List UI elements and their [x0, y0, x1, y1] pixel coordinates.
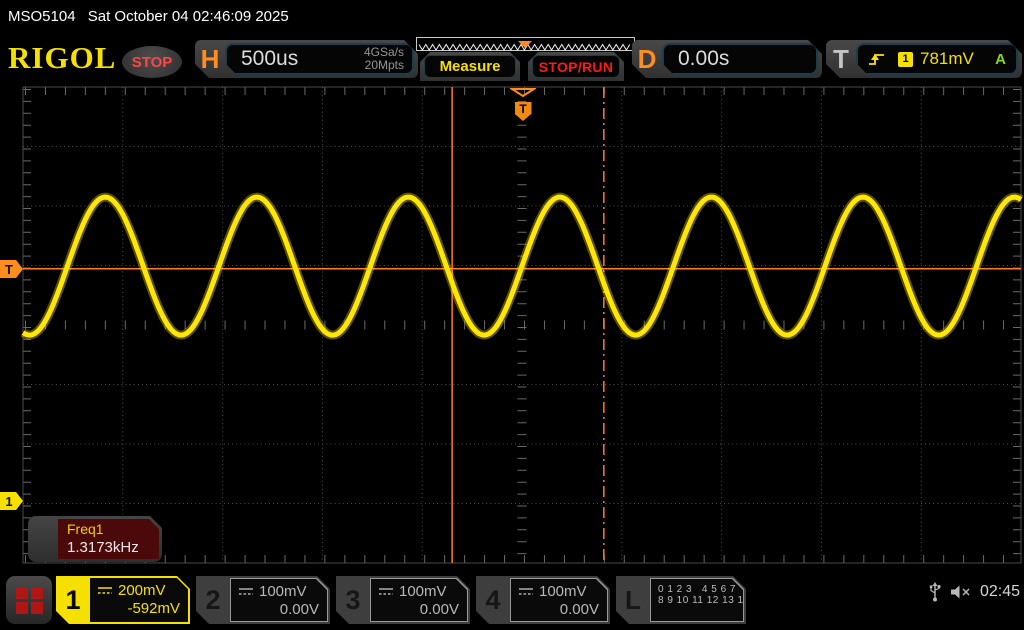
logic-channels-row2: 8 9 10 11 12 13 14 15 — [651, 595, 743, 606]
channel-block-4[interactable]: 4 100mV 0.00V — [476, 576, 610, 624]
menu-grid-icon — [16, 587, 43, 614]
dc-coupling-icon — [518, 587, 534, 597]
trigger-display: 1 781mV A — [856, 43, 1018, 75]
measurement-popup[interactable]: Freq1 1.3173kHz — [28, 516, 162, 562]
trigger-label: T — [826, 44, 856, 75]
trigger-sweep-mode: A — [995, 51, 1006, 68]
channel-block-2[interactable]: 2 100mV 0.00V — [196, 576, 330, 624]
timebase-value: 500us — [241, 47, 364, 71]
waveform-display[interactable] — [0, 84, 1024, 570]
measure-button[interactable]: Measure — [420, 52, 520, 81]
overview-waveform-icon — [417, 41, 632, 51]
waveform-overview-strip[interactable] — [416, 37, 635, 51]
measurement-value: 1.3173kHz — [67, 539, 159, 556]
header-bar: RIGOL STOP H 500us 4GSa/s 20Mpts Measure… — [0, 33, 1024, 84]
trigger-source-badge: 1 — [898, 52, 913, 67]
channel-offset: -592mV — [90, 600, 188, 619]
channel-offset: 0.00V — [511, 601, 607, 620]
trigger-position-outline-icon — [510, 88, 536, 97]
logic-label: L — [616, 576, 650, 624]
usb-icon — [928, 582, 942, 602]
bottom-channel-bar: 1 200mV -592mV 2 100mV 0.00V — [0, 570, 1024, 630]
measurement-popup-body: Freq1 1.3173kHz — [58, 519, 159, 559]
acquisition-status-badge: STOP — [122, 46, 182, 78]
channel-block-3[interactable]: 3 100mV 0.00V — [336, 576, 470, 624]
trigger-block[interactable]: T 1 781mV A — [826, 40, 1022, 78]
horizontal-timebase-block[interactable]: H 500us 4GSa/s 20Mpts — [195, 40, 418, 78]
top-status-bar: MSO5104 Sat October 04 02:46:09 2025 — [0, 0, 1024, 33]
stop-run-button[interactable]: STOP/RUN — [528, 52, 624, 81]
channel-scale: 100mV — [259, 583, 307, 600]
memory-depth: 20Mpts — [364, 59, 404, 72]
delay-label: D — [632, 44, 662, 75]
dc-coupling-icon — [238, 587, 254, 597]
channel-number: 1 — [56, 576, 90, 624]
trigger-level-value: 781mV — [920, 49, 995, 69]
speaker-muted-icon — [950, 585, 972, 599]
channel-block-1[interactable]: 1 200mV -592mV — [56, 576, 190, 624]
top-trigger-position-marker[interactable]: T — [509, 84, 537, 121]
delay-value: 0.00s — [678, 47, 729, 71]
status-datetime: Sat October 04 02:46:09 2025 — [88, 8, 289, 25]
acquisition-info: 4GSa/s 20Mpts — [364, 46, 404, 72]
channel-scale: 100mV — [399, 583, 447, 600]
trigger-shield-icon: T — [515, 102, 532, 121]
menu-button[interactable] — [6, 576, 52, 624]
measure-button-label: Measure — [424, 55, 516, 78]
delay-display: 0.00s — [662, 43, 818, 75]
scope-display-area[interactable]: T T 1 Freq1 1.3173kHz — [0, 84, 1024, 570]
channel-number: 4 — [476, 576, 510, 624]
trigger-rising-edge-icon — [868, 51, 886, 68]
logic-analyzer-block[interactable]: L 0 1 2 3 4 5 6 7 8 9 10 11 12 13 14 15 — [616, 576, 746, 624]
channel-number: 2 — [196, 576, 230, 624]
stop-run-button-label: STOP/RUN — [532, 55, 620, 78]
trigger-shield-letter: T — [519, 102, 526, 116]
status-model: MSO5104 — [8, 8, 76, 25]
timebase-display: 500us 4GSa/s 20Mpts — [225, 43, 414, 75]
channel-scale: 100mV — [539, 583, 587, 600]
dc-coupling-icon — [97, 586, 113, 596]
rigol-logo: RIGOL — [8, 40, 116, 76]
logic-channels-row1: 0 1 2 3 4 5 6 7 — [651, 579, 743, 595]
channel-number: 3 — [336, 576, 370, 624]
channel-offset: 0.00V — [371, 601, 467, 620]
dc-coupling-icon — [378, 587, 394, 597]
horizontal-label: H — [195, 44, 225, 75]
status-icons: 02:45 — [928, 582, 1020, 602]
channel-scale: 200mV — [118, 582, 166, 599]
channel-offset: 0.00V — [231, 601, 327, 620]
trigger-delay-block[interactable]: D 0.00s — [632, 40, 822, 78]
measurement-name: Freq1 — [67, 521, 159, 537]
clock[interactable]: 02:45 — [980, 583, 1020, 601]
